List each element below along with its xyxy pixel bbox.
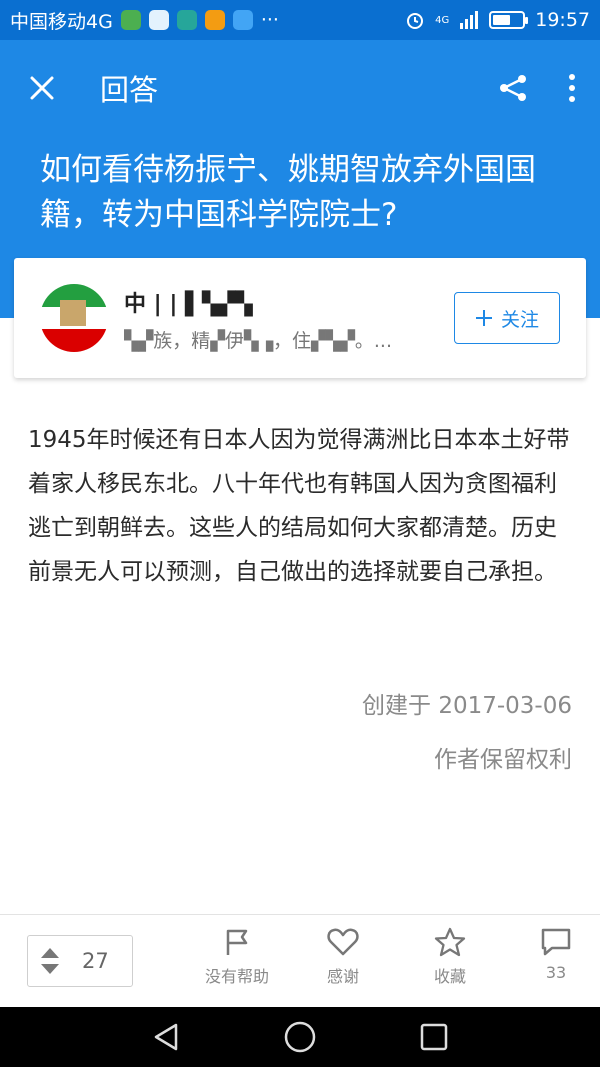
follow-label: 关注 (500, 308, 539, 331)
navigation-bar (0, 1007, 600, 1067)
thanks-label: 感谢 (326, 967, 359, 986)
signal-icon (460, 11, 479, 29)
close-icon[interactable] (28, 74, 56, 102)
more-options-icon[interactable] (568, 73, 576, 103)
notification-icon-2 (148, 10, 169, 30)
notification-icon-5 (232, 10, 253, 30)
author-avatar[interactable] (40, 284, 108, 352)
comments-button[interactable]: 33 (511, 927, 600, 982)
share-icon[interactable] (498, 73, 528, 103)
comments-count: 33 (545, 963, 567, 982)
copyright-notice: 作者保留权利 (434, 747, 572, 773)
recent-apps-icon[interactable] (420, 1023, 448, 1051)
bottom-action-bar: 27 没有帮助 感谢 收藏 33 (0, 914, 600, 1007)
collect-button[interactable]: 收藏 (405, 927, 495, 987)
flag-icon (226, 929, 248, 955)
notification-icon-3 (176, 10, 197, 30)
battery-icon (489, 11, 529, 29)
answer-text: 1945年时候还有日本人因为觉得满洲比日本本土好带着家人移民东北。八十年代也有韩… (28, 427, 570, 585)
home-icon[interactable] (284, 1021, 316, 1053)
page-title: 回答 (100, 73, 159, 107)
created-date: 创建于 2017-03-06 (362, 693, 572, 719)
vote-count: 27 (82, 949, 109, 973)
notification-icon-4 (204, 10, 225, 30)
toolbar: 回答 (0, 40, 600, 136)
not-helpful-label: 没有帮助 (204, 967, 269, 986)
back-icon[interactable] (152, 1022, 180, 1052)
author-name[interactable]: 中 | | ▌▚▞▚ (124, 286, 253, 318)
plus-icon (475, 310, 492, 326)
notification-icon-1 (120, 10, 141, 30)
vote-button[interactable]: 27 (27, 935, 133, 987)
comment-icon (541, 928, 571, 956)
author-bio: ▚▞族，精▞伊▚▗，住▞▚▞。... (124, 330, 393, 352)
clock: 19:57 (535, 9, 590, 31)
star-icon (434, 927, 466, 957)
follow-button[interactable]: 关注 (454, 292, 560, 344)
author-card[interactable]: 中 | | ▌▚▞▚ ▚▞族，精▞伊▚▗，住▞▚▞。... 关注 (14, 258, 586, 378)
alarm-icon (407, 13, 424, 29)
heart-icon (327, 928, 359, 956)
status-bar: 中国移动4G ··· 4G 19:57 (0, 0, 600, 40)
question-title[interactable]: 如何看待杨振宁、姚期智放弃外国国籍，转为中国科学院院士? (0, 136, 600, 238)
network-type-label: 4G (435, 14, 450, 26)
collect-label: 收藏 (433, 967, 466, 986)
vote-arrows-icon (41, 948, 59, 974)
carrier-label: 中国移动4G (10, 10, 113, 33)
thanks-button[interactable]: 感谢 (298, 927, 388, 987)
more-notifications-icon: ··· (260, 9, 279, 31)
not-helpful-button[interactable]: 没有帮助 (192, 927, 282, 987)
